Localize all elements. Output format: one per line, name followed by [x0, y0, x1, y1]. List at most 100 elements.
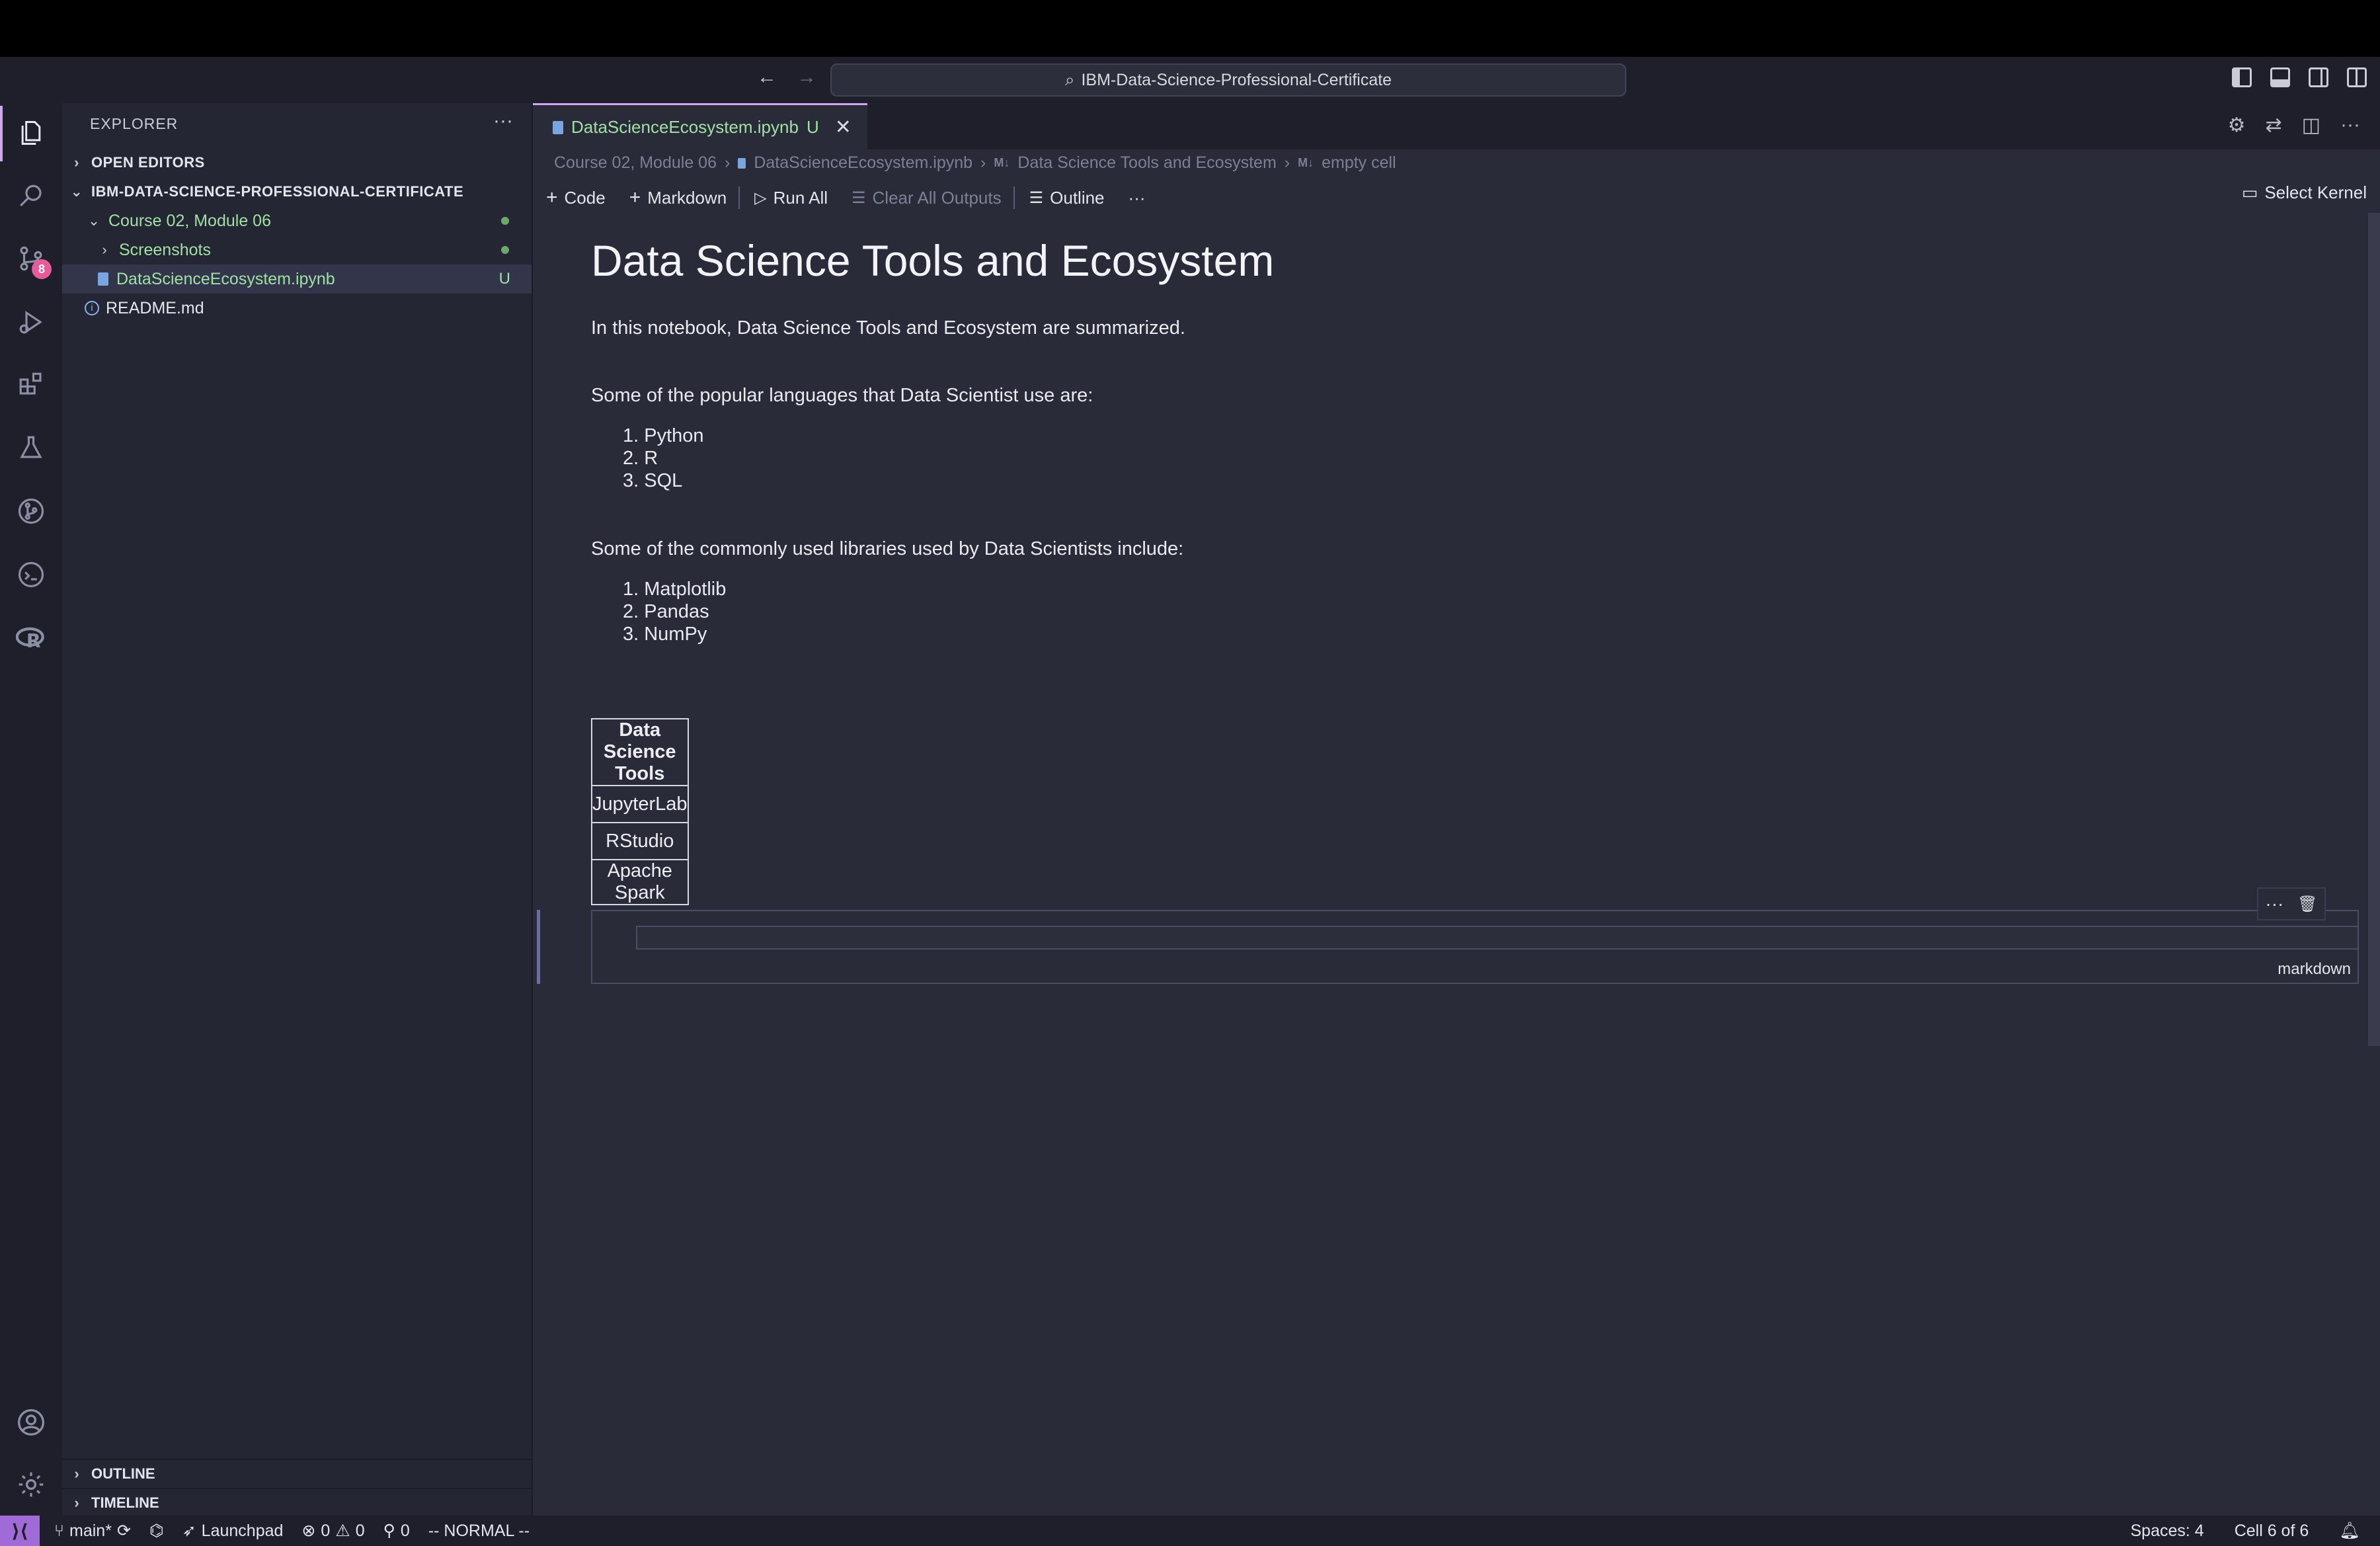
kernel-icon: ▭: [2241, 183, 2258, 202]
r-language-icon[interactable]: R: [15, 622, 48, 655]
explorer-icon[interactable]: [15, 116, 48, 149]
folder-screenshots[interactable]: › Screenshots: [62, 235, 532, 264]
more-actions-icon[interactable]: ···: [2340, 114, 2360, 137]
tab-datascienceecosystem[interactable]: DataScienceEcosystem.ipynb U ✕: [533, 103, 867, 149]
breadcrumb-section[interactable]: Data Science Tools and Ecosystem: [1017, 153, 1276, 173]
scm-count-badge: 8: [32, 259, 52, 279]
toolbar-divider: [738, 186, 740, 209]
git-graph-status-icon[interactable]: ⌬: [149, 1521, 164, 1541]
notebook-file-icon: [98, 272, 108, 286]
split-editor-icon[interactable]: ◫: [2302, 114, 2320, 137]
cell-input-field[interactable]: [636, 926, 2359, 950]
open-editors-section[interactable]: › OPEN EDITORS: [62, 148, 532, 177]
cell-more-icon[interactable]: ···: [2265, 893, 2283, 915]
tab-close-icon[interactable]: ✕: [835, 116, 852, 139]
chevron-right-icon: ›: [74, 1465, 79, 1482]
git-modified-dot: [501, 217, 509, 225]
git-branch-status[interactable]: ⑂ main* ⟳: [54, 1521, 131, 1541]
remote-explorer-icon[interactable]: [15, 558, 48, 591]
activity-bar: 8 R: [0, 103, 62, 1516]
toolbar-more-icon[interactable]: ···: [1129, 188, 1146, 208]
libraries-list: 1. Matplotlib 2. Pandas 3. NumPy: [623, 578, 726, 645]
toggle-secondary-sidebar-icon[interactable]: [2309, 67, 2328, 87]
rocket-icon: ➶: [182, 1522, 196, 1540]
indentation-status[interactable]: Spaces: 4: [2131, 1522, 2204, 1541]
data-science-tools-table: Data Science Tools JupyterLab RStudio Ap…: [591, 718, 689, 905]
customize-layout-icon[interactable]: [2347, 67, 2367, 87]
run-all-button[interactable]: ▷ Run All: [754, 188, 828, 208]
breadcrumb-file[interactable]: DataScienceEcosystem.ipynb: [754, 153, 972, 173]
list-item: 1. Matplotlib: [623, 579, 727, 600]
add-code-label: Code: [564, 187, 606, 208]
outline-section[interactable]: › OUTLINE: [62, 1459, 532, 1488]
accounts-icon[interactable]: [15, 1406, 48, 1439]
extensions-icon[interactable]: [15, 368, 48, 401]
clear-all-outputs-button[interactable]: ☰ Clear All Outputs: [852, 188, 1002, 208]
cell-language-label[interactable]: markdown: [2278, 960, 2351, 979]
markdown-cell-editor[interactable]: markdown: [591, 910, 2359, 984]
languages-list: 1. Python 2. R 3. SQL: [623, 425, 704, 492]
sync-icon[interactable]: ⟳: [117, 1521, 131, 1541]
forward-arrow-icon[interactable]: →: [793, 66, 820, 89]
notifications-bell-icon[interactable]: 🔔︎: [2339, 1522, 2360, 1541]
editor-scrollbar[interactable]: [2368, 213, 2380, 1046]
folder-course-02-module-06[interactable]: ⌄ Course 02, Module 06: [62, 206, 532, 235]
tab-untracked-status: U: [806, 117, 819, 137]
libraries-intro: Some of the commonly used libraries used…: [591, 538, 1184, 559]
notebook-settings-gear-icon[interactable]: ⚙: [2228, 114, 2246, 137]
subfolder-label: Screenshots: [119, 240, 211, 259]
problems-status[interactable]: ⊗ 0 ⚠ 0: [301, 1521, 364, 1541]
explorer-more-actions-icon[interactable]: ···: [493, 110, 513, 132]
open-editors-label: OPEN EDITORS: [91, 154, 205, 171]
status-bar-right: Spaces: 4 Cell 6 of 6 🔔︎: [2131, 1516, 2361, 1546]
nav-arrows: ← →: [754, 66, 820, 89]
file-readme-md[interactable]: i README.md: [62, 294, 532, 323]
launchpad-status[interactable]: ➶ Launchpad: [182, 1521, 284, 1541]
languages-intro: Some of the popular languages that Data …: [591, 385, 1093, 406]
breadcrumb: Course 02, Module 06 › DataScienceEcosys…: [554, 153, 1396, 173]
search-icon[interactable]: [15, 180, 48, 213]
run-debug-icon[interactable]: [15, 305, 48, 339]
git-modified-dot: [501, 246, 509, 254]
project-root-section[interactable]: ⌄ IBM-DATA-SCIENCE-PROFESSIONAL-CERTIFIC…: [62, 177, 532, 206]
clear-outputs-icon: ☰: [852, 188, 866, 207]
ports-count: 0: [400, 1521, 410, 1540]
error-count: 0: [321, 1521, 331, 1540]
outline-button[interactable]: ☰ Outline: [1029, 188, 1105, 208]
git-graph-icon[interactable]: [15, 495, 48, 528]
chevron-right-icon: ›: [980, 153, 986, 172]
project-root-label: IBM-DATA-SCIENCE-PROFESSIONAL-CERTIFICAT…: [91, 183, 464, 200]
toggle-primary-sidebar-icon[interactable]: [2232, 67, 2252, 87]
notebook-file-label: DataScienceEcosystem.ipynb: [116, 269, 335, 288]
list-icon: ☰: [1029, 188, 1044, 207]
toggle-panel-icon[interactable]: [2270, 67, 2290, 87]
add-markdown-cell-button[interactable]: + Markdown: [629, 186, 727, 209]
command-center-search[interactable]: ⌕ IBM-Data-Science-Professional-Certific…: [830, 63, 1626, 97]
cell-focus-indicator: [537, 910, 540, 984]
cell-position-status[interactable]: Cell 6 of 6: [2235, 1522, 2309, 1541]
trash-icon[interactable]: 🗑: [2297, 895, 2317, 914]
error-icon: ⊗: [301, 1522, 316, 1540]
back-arrow-icon[interactable]: ←: [754, 66, 780, 89]
select-kernel-label: Select Kernel: [2264, 183, 2367, 202]
chevron-right-icon: ›: [74, 1494, 79, 1511]
svg-text:R: R: [26, 630, 41, 652]
breadcrumb-cell[interactable]: empty cell: [1322, 153, 1396, 173]
open-changes-icon[interactable]: ⇄: [2266, 114, 2282, 137]
ports-status[interactable]: ⚲ 0: [383, 1521, 410, 1541]
file-datascienceecosystem-ipynb[interactable]: DataScienceEcosystem.ipynb U: [62, 264, 532, 294]
command-center-label: IBM-Data-Science-Professional-Certificat…: [1081, 70, 1392, 89]
add-code-cell-button[interactable]: + Code: [546, 186, 606, 209]
settings-gear-icon[interactable]: [15, 1468, 48, 1501]
notebook-file-icon: [738, 157, 746, 169]
remote-indicator-icon[interactable]: ⟩⟨: [0, 1516, 40, 1546]
select-kernel-button[interactable]: ▭ Select Kernel: [2242, 183, 2367, 203]
breadcrumb-folder[interactable]: Course 02, Module 06: [554, 153, 717, 173]
toolbar-divider: [1013, 186, 1015, 209]
chevron-right-icon: ›: [102, 241, 107, 258]
title-bar: ← → ⌕ IBM-Data-Science-Professional-Cert…: [0, 57, 2380, 103]
readme-file-label: README.md: [106, 298, 204, 317]
list-item: 2. Pandas: [623, 601, 709, 622]
timeline-section[interactable]: › TIMELINE: [62, 1488, 532, 1517]
testing-flask-icon[interactable]: [15, 431, 48, 464]
